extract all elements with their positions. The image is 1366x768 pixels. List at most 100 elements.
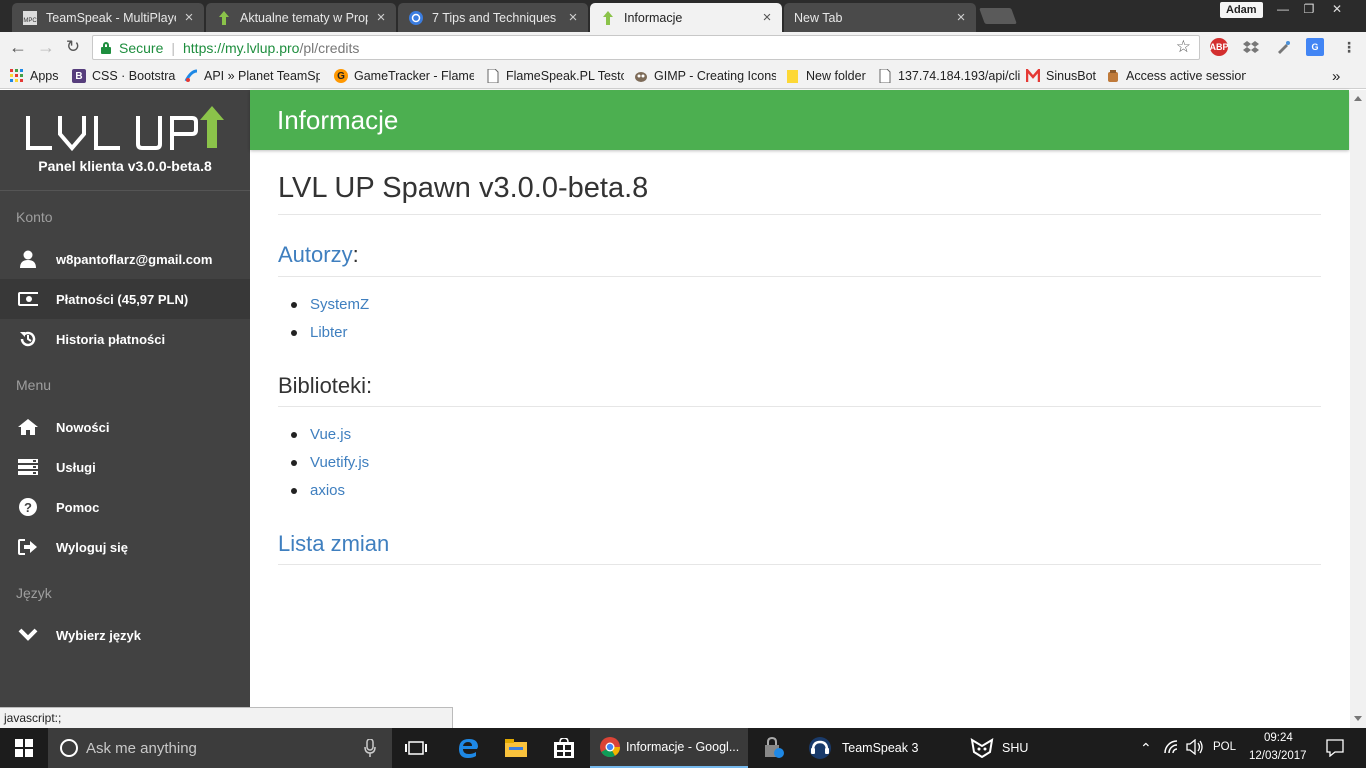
help-icon: ? <box>18 497 38 517</box>
url-separator: | <box>171 39 175 56</box>
input-language[interactable]: POL <box>1213 741 1236 753</box>
eyedropper-icon[interactable] <box>1274 38 1292 56</box>
tab-title: TeamSpeak - MultiPlayer <box>46 10 176 25</box>
forward-arrow-icon[interactable]: → <box>36 37 56 57</box>
restore-icon[interactable]: ❐ <box>1296 0 1322 18</box>
changelog-link[interactable]: Lista zmian <box>278 531 389 557</box>
store-icon[interactable] <box>540 728 588 768</box>
menu-dots-icon[interactable]: ⋮ <box>1340 38 1358 56</box>
sidebar-item-news[interactable]: Nowości <box>0 407 250 447</box>
author-link[interactable]: Libter <box>291 324 348 341</box>
clock-time[interactable]: 09:24 <box>1264 732 1293 744</box>
close-icon[interactable]: × <box>374 9 388 26</box>
author-link[interactable]: SystemZ <box>290 296 369 313</box>
star-icon[interactable]: ☆ <box>1176 37 1191 57</box>
browser-tab[interactable]: New Tab × <box>784 3 976 32</box>
back-arrow-icon[interactable]: ← <box>8 37 28 57</box>
search-placeholder: Ask me anything <box>86 739 197 757</box>
wifi-icon[interactable] <box>1164 740 1180 757</box>
page-header: Informacje <box>250 90 1349 150</box>
close-icon[interactable]: × <box>182 9 196 26</box>
volume-icon[interactable] <box>1186 738 1204 758</box>
cortana-icon <box>60 739 78 757</box>
file-explorer-icon[interactable] <box>492 728 540 768</box>
scroll-up-icon[interactable] <box>1354 96 1362 101</box>
sidebar-item-help[interactable]: ? Pomoc <box>0 487 250 527</box>
gimp-icon <box>634 69 648 83</box>
app-title: LVL UP Spawn v3.0.0-beta.8 <box>278 172 649 204</box>
task-view-icon[interactable] <box>392 728 440 768</box>
address-bar[interactable]: Secure | https://my.lvlup.pro /pl/credit… <box>92 35 1200 60</box>
apps-grid-icon <box>10 69 24 83</box>
taskbar-app-shu[interactable]: SHU <box>960 728 1080 768</box>
libraries-heading: Biblioteki: <box>278 373 373 398</box>
close-icon[interactable]: × <box>760 9 774 26</box>
bookmarks-overflow-button[interactable]: » <box>1332 67 1348 85</box>
taskbar-app-teamspeak[interactable]: TeamSpeak 3 <box>800 728 950 768</box>
bookmark-sinusbot[interactable]: SinusBot <box>1026 67 1102 85</box>
divider <box>278 406 1321 407</box>
minimize-icon[interactable]: — <box>1270 0 1296 18</box>
start-button[interactable] <box>0 728 48 768</box>
lvlup-arrow-icon <box>216 10 232 26</box>
bookmark-bootstrap[interactable]: B CSS · Bootstrap <box>72 67 176 85</box>
bookmark-new-folder[interactable]: New folder <box>786 67 870 85</box>
page-icon <box>486 69 500 83</box>
bookmark-api-ip[interactable]: 137.74.184.193/api/cli <box>878 67 1026 85</box>
browser-tab[interactable]: Aktualne tematy w Prope × <box>206 3 396 32</box>
browser-tab[interactable]: MPC TeamSpeak - MultiPlayer × <box>12 3 204 32</box>
close-icon[interactable]: × <box>566 9 580 26</box>
bookmark-planet-teamspeak[interactable]: API » Planet TeamSpe <box>184 67 320 85</box>
adblock-icon[interactable]: ABP <box>1210 38 1229 56</box>
security-app-icon[interactable] <box>750 728 798 768</box>
server-icon <box>18 457 38 477</box>
lvlup-logo[interactable] <box>26 104 226 152</box>
sidebar-item-choose-language[interactable]: Wybierz język <box>0 615 250 655</box>
dropbox-icon[interactable] <box>1242 38 1260 56</box>
microphone-icon[interactable] <box>364 738 376 761</box>
bookmark-flamespeak[interactable]: FlameSpeak.PL Testow <box>486 67 624 85</box>
bookmark-apps[interactable]: Apps <box>10 67 66 85</box>
cortana-search[interactable]: Ask me anything <box>48 728 392 768</box>
taskbar-app-chrome[interactable]: Informacje - Googl... <box>590 728 748 768</box>
page-scrollbar[interactable] <box>1350 90 1366 728</box>
svg-text:MPC: MPC <box>23 18 37 24</box>
url-host: https://my.lvlup.pro <box>183 39 300 56</box>
sidebar-item-payment-history[interactable]: Historia płatności <box>0 319 250 359</box>
secure-label: Secure <box>119 39 164 56</box>
close-window-icon[interactable]: ✕ <box>1324 0 1350 18</box>
scroll-down-icon[interactable] <box>1354 716 1362 721</box>
session-icon <box>1106 69 1120 83</box>
clock-date[interactable]: 12/03/2017 <box>1249 750 1307 762</box>
section-label-account: Konto <box>16 209 53 225</box>
translate-icon[interactable]: G <box>1306 38 1324 56</box>
chevron-down-icon <box>18 625 38 645</box>
history-icon <box>18 329 38 349</box>
main-content: Informacje LVL UP Spawn v3.0.0-beta.8 Au… <box>250 90 1350 728</box>
tray-chevron-up-icon[interactable]: ⌃ <box>1140 740 1152 757</box>
chrome-icon <box>600 737 620 757</box>
sidebar-item-payments[interactable]: Płatności (45,97 PLN) <box>0 279 250 319</box>
sidebar-item-account-email[interactable]: w8pantoflarz@gmail.com <box>0 239 250 279</box>
status-bar: javascript:; <box>0 707 453 728</box>
library-link[interactable]: Vuetify.js <box>290 454 369 471</box>
authors-link[interactable]: Autorzy <box>278 242 353 267</box>
browser-tab-active[interactable]: Informacje × <box>590 3 782 32</box>
library-link[interactable]: axios <box>290 482 345 499</box>
bookmark-access-sessions[interactable]: Access active sessions <box>1106 67 1246 85</box>
library-link[interactable]: Vue.js <box>290 426 351 443</box>
browser-tab[interactable]: 7 Tips and Techniques Fo × <box>398 3 588 32</box>
notifications-icon[interactable] <box>1326 739 1344 760</box>
close-icon[interactable]: × <box>954 9 968 26</box>
bootstrap-icon: B <box>72 69 86 83</box>
bookmark-gametracker[interactable]: G GameTracker - FlameS <box>334 67 474 85</box>
sidebar-item-logout[interactable]: Wyloguj się <box>0 527 250 567</box>
new-tab-button[interactable] <box>979 8 1017 24</box>
edge-icon[interactable] <box>444 728 492 768</box>
bookmark-gimp[interactable]: GIMP - Creating Icons <box>634 67 776 85</box>
sidebar-item-services[interactable]: Usługi <box>0 447 250 487</box>
reload-icon[interactable]: ↻ <box>63 37 83 57</box>
sidebar: Panel klienta v3.0.0-beta.8 Konto w8pant… <box>0 90 250 728</box>
lvlup-arrow-icon <box>600 10 616 26</box>
profile-button[interactable]: Adam <box>1220 2 1263 18</box>
